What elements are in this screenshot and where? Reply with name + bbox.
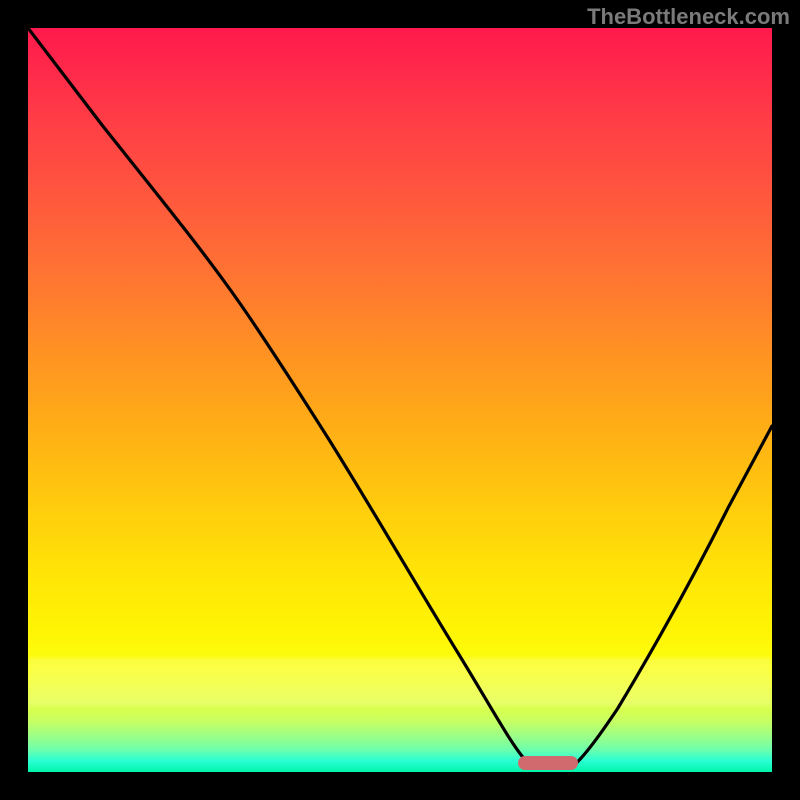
plot-area [28,28,772,772]
bottleneck-curve [28,28,772,772]
optimal-range-marker [518,756,578,770]
watermark-text: TheBottleneck.com [587,4,790,30]
